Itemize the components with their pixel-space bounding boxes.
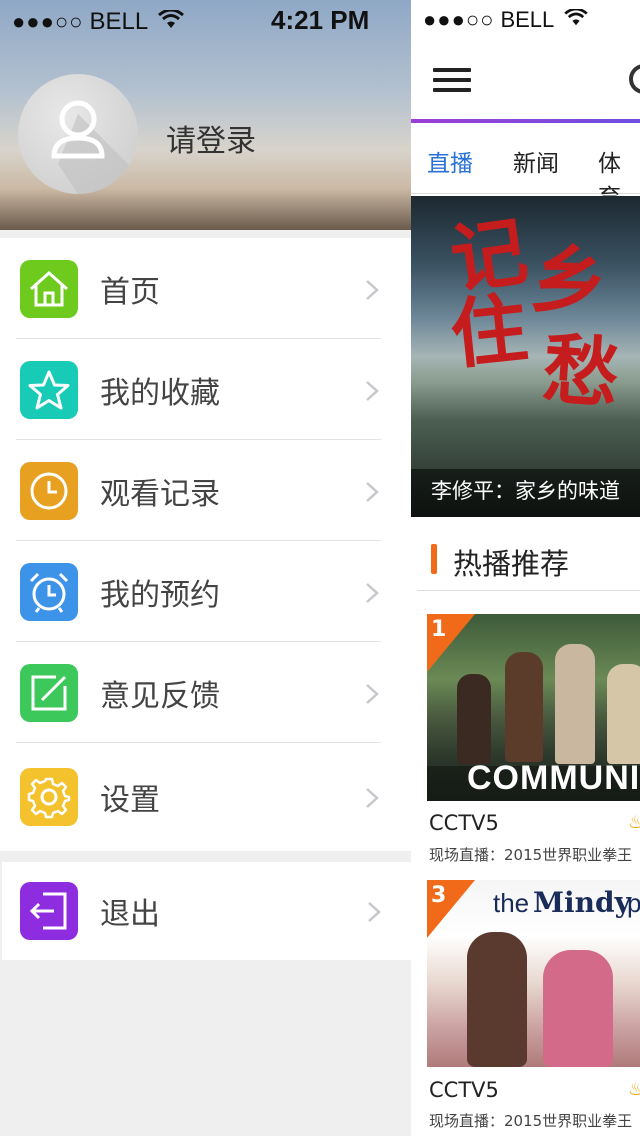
- tab-live[interactable]: 直播: [427, 144, 473, 178]
- poster-title-b: Mindy: [533, 886, 631, 919]
- edit-icon: [20, 663, 78, 722]
- chevron-right-icon: [367, 901, 381, 927]
- channel-name: CCTV5: [429, 811, 499, 835]
- star-icon: [20, 360, 78, 419]
- section-marker: [431, 544, 437, 574]
- menu-item-label: 首页: [100, 274, 160, 310]
- main-content: ●●●○○ BELL 直播 新闻 体育 记 住 乡 愁 李修平：家乡的味道 热播…: [411, 0, 640, 1136]
- menu-item-label: 意见反馈: [100, 678, 220, 714]
- clock-icon: [20, 461, 78, 520]
- poster-title: COMMUNITY: [467, 759, 640, 797]
- menu-item-label: 观看记录: [100, 476, 220, 512]
- poster-title-a: the: [493, 888, 530, 918]
- chevron-right-icon: [365, 582, 379, 608]
- banner-calligraphy: 愁: [540, 324, 623, 419]
- side-drawer: ●●●○○ BELL 4:21 PM 请登录 首页 我的收藏 观看记录 我的预约…: [0, 0, 411, 1136]
- banner-calligraphy: 乡: [526, 233, 612, 330]
- menu-item-reservations[interactable]: 我的预约: [0, 541, 411, 642]
- program-poster: the Mindy p 3: [427, 880, 640, 1067]
- menu-item-settings[interactable]: 设置: [0, 743, 411, 851]
- menu-item-label: 我的收藏: [100, 375, 220, 411]
- logout-button[interactable]: 退出: [2, 862, 411, 960]
- poster-title-c: p: [627, 888, 640, 918]
- carrier-name: BELL: [500, 7, 555, 32]
- banner-calligraphy: 住: [446, 283, 532, 380]
- program-card[interactable]: the Mindy p 3 CCTV5 ♨ 现场直播：2015世界职业拳王: [427, 880, 640, 1136]
- program-card[interactable]: COMMUNITY 1 CCTV5 ♨ 现场直播：2015世界职业拳王: [427, 614, 640, 864]
- chevron-right-icon: [365, 683, 379, 709]
- profile-header: ●●●○○ BELL 4:21 PM 请登录: [0, 0, 411, 230]
- chevron-right-icon: [365, 787, 379, 813]
- hot-icon: ♨: [627, 1079, 640, 1100]
- user-icon: [51, 100, 138, 194]
- menu-hamburger-icon[interactable]: [433, 68, 471, 92]
- status-bar: ●●●○○ BELL: [0, 0, 185, 44]
- alarm-icon: [20, 562, 78, 621]
- signal-strength: ●●●○○: [12, 9, 84, 34]
- menu-item-label: 设置: [100, 783, 160, 818]
- clock-time: 4:21 PM: [271, 5, 370, 35]
- home-icon: [20, 259, 78, 318]
- banner-caption: 李修平：家乡的味道: [431, 479, 620, 503]
- signal-strength: ●●●○○: [423, 7, 495, 32]
- program-poster: COMMUNITY 1: [427, 614, 640, 801]
- section-header: 热播推荐: [411, 517, 640, 591]
- channel-name: CCTV5: [429, 1078, 499, 1102]
- tab-news[interactable]: 新闻: [513, 144, 559, 178]
- menu-item-favorites[interactable]: 我的收藏: [0, 339, 411, 440]
- avatar[interactable]: [18, 74, 138, 194]
- wifi-icon: [564, 7, 588, 32]
- section-title: 热播推荐: [453, 547, 570, 581]
- menu-item-label: 我的预约: [100, 577, 220, 613]
- wifi-icon: [158, 8, 185, 35]
- logout-icon: [20, 882, 78, 940]
- menu-item-feedback[interactable]: 意见反馈: [0, 642, 411, 743]
- gear-icon: [20, 768, 78, 826]
- chevron-right-icon: [365, 279, 379, 305]
- login-link[interactable]: 请登录: [166, 116, 256, 160]
- featured-banner[interactable]: 记 住 乡 愁 李修平：家乡的味道: [411, 196, 640, 517]
- drawer-menu: 首页 我的收藏 观看记录 我的预约 意见反馈 设置: [0, 238, 411, 851]
- menu-item-home[interactable]: 首页: [0, 238, 411, 339]
- carrier-name: BELL: [89, 8, 149, 35]
- rank-number: 1: [431, 617, 447, 642]
- program-desc: 现场直播：2015世界职业拳王: [429, 1112, 633, 1130]
- chevron-right-icon: [365, 380, 379, 406]
- status-bar: ●●●○○ BELL: [411, 0, 588, 40]
- logout-label: 退出: [100, 897, 160, 932]
- category-tabs: 直播 新闻 体育: [411, 124, 640, 318]
- rank-number: 3: [431, 883, 447, 908]
- header-divider: [411, 119, 640, 123]
- menu-item-history[interactable]: 观看记录: [0, 440, 411, 541]
- hot-icon: ♨: [627, 812, 640, 833]
- program-desc: 现场直播：2015世界职业拳王: [429, 846, 633, 864]
- chevron-right-icon: [365, 481, 379, 507]
- search-icon[interactable]: [629, 64, 640, 94]
